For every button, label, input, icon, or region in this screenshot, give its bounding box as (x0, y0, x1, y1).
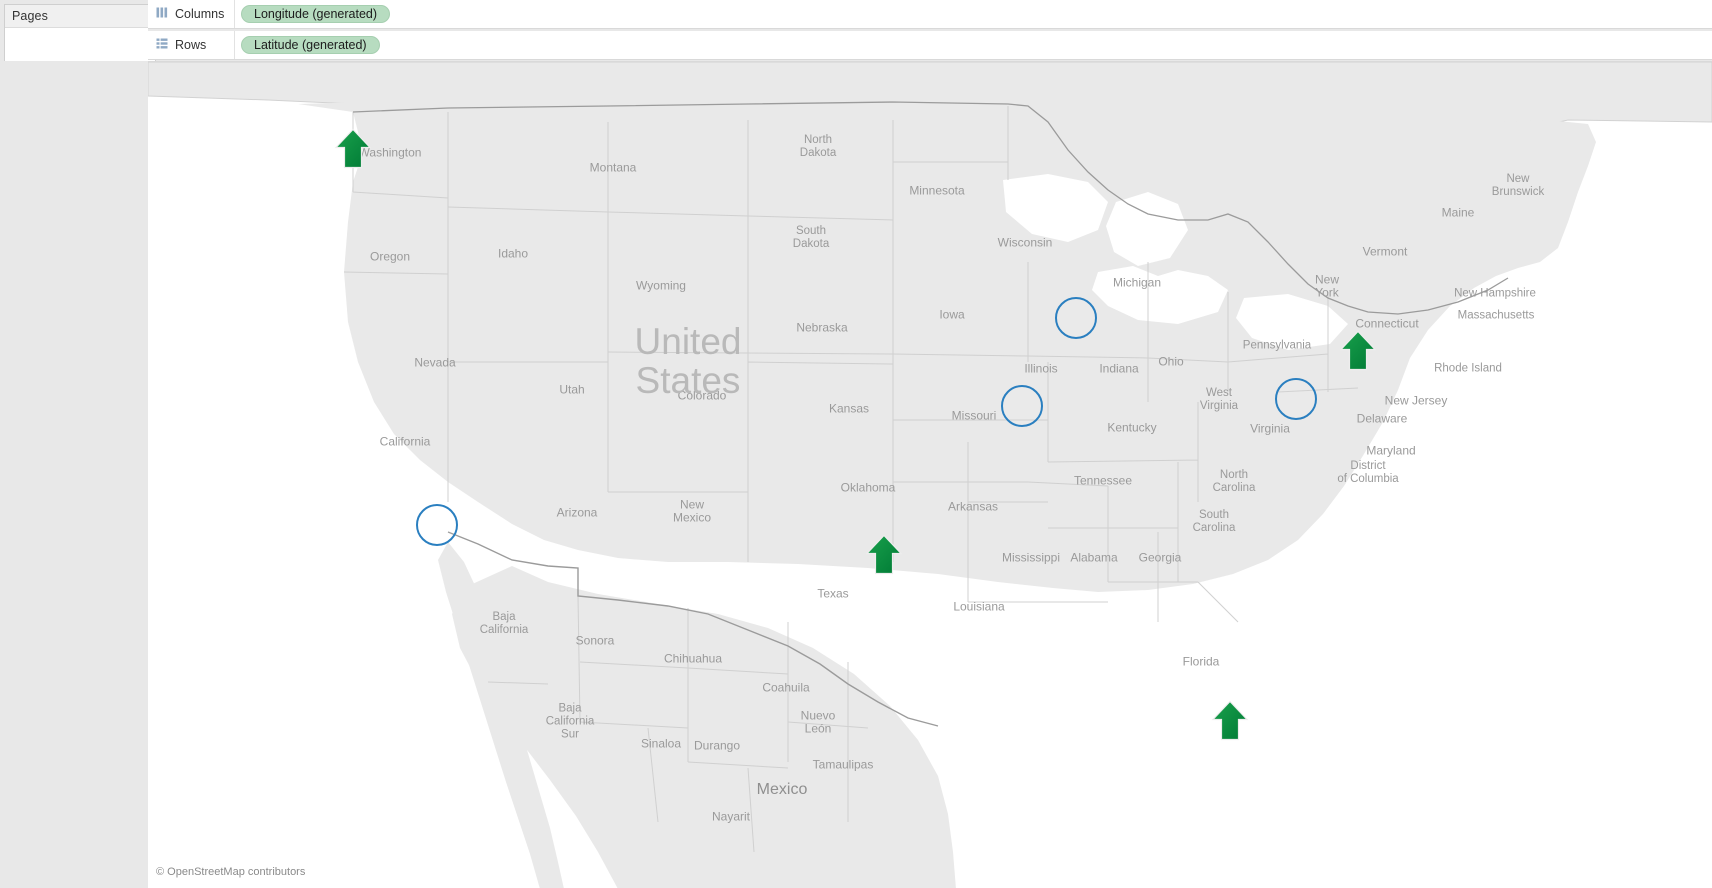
left-panel-filler (0, 61, 148, 888)
map-basemap (148, 62, 1712, 888)
rows-shelf-label: Rows (175, 38, 206, 52)
rows-icon (156, 38, 168, 52)
columns-shelf[interactable]: Columns Longitude (generated) (148, 0, 1712, 29)
mark-negative-california[interactable] (416, 504, 458, 546)
pages-card: Pages (4, 4, 156, 67)
shelf-pill-longitude[interactable]: Longitude (generated) (241, 5, 390, 23)
columns-shelf-label-box: Columns (148, 0, 235, 28)
mark-negative-virginia[interactable] (1275, 378, 1317, 420)
columns-shelf-label: Columns (175, 7, 224, 21)
tableau-worksheet: Pages Filters Marks x+ Shape (0, 0, 1712, 888)
mark-negative-missouri[interactable] (1001, 385, 1043, 427)
mark-positive-florida[interactable] (1211, 699, 1249, 745)
rows-shelf-label-box: Rows (148, 31, 235, 59)
mark-positive-newjersey[interactable] (1339, 329, 1377, 375)
map-canvas[interactable]: WashingtonMontanaNorth DakotaMinnesotaOr… (148, 61, 1712, 888)
rows-shelf[interactable]: Rows Latitude (generated) (148, 31, 1712, 60)
map-attribution: © OpenStreetMap contributors (156, 866, 305, 878)
mark-negative-chicago[interactable] (1055, 297, 1097, 339)
pages-card-title: Pages (5, 5, 155, 28)
shelf-container: Columns Longitude (generated) Rows (148, 0, 1712, 60)
mark-positive-washington[interactable] (334, 127, 372, 173)
shelf-pill-latitude[interactable]: Latitude (generated) (241, 36, 380, 54)
mark-positive-texas[interactable] (865, 533, 903, 579)
columns-icon (156, 7, 168, 21)
